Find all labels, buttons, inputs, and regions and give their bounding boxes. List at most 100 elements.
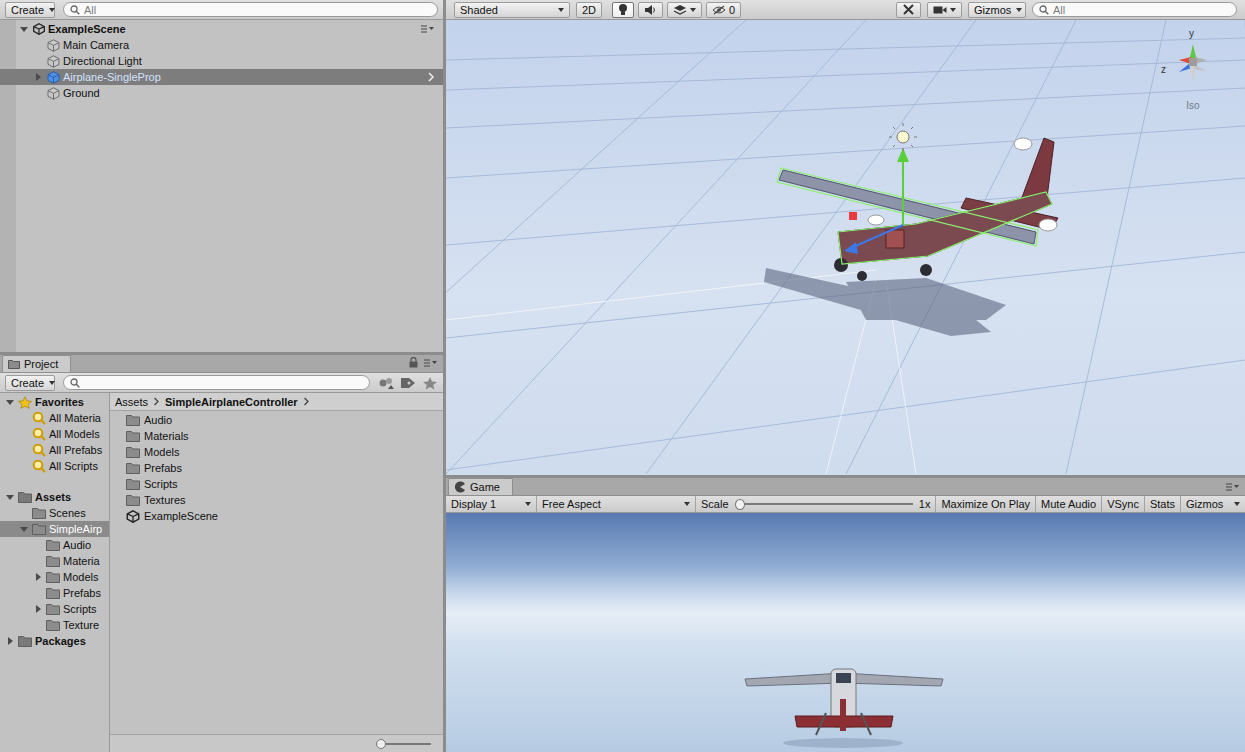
foldout-arrow-icon[interactable] [4, 634, 16, 648]
file-item[interactable]: Audio [110, 412, 443, 428]
folder-icon [46, 571, 60, 583]
folder-icon [18, 491, 32, 503]
scene-viewport[interactable]: yz Iso [446, 20, 1245, 475]
gizmos-dropdown[interactable]: Gizmos [1181, 496, 1245, 512]
airplane-model[interactable] [779, 138, 1058, 281]
prefab-open-arrow-icon[interactable] [427, 72, 435, 82]
folder-icon [18, 635, 32, 647]
hierarchy-item[interactable]: Airplane-SingleProp [0, 69, 443, 85]
lock-icon[interactable] [409, 357, 418, 368]
file-item[interactable]: Scripts [110, 476, 443, 492]
create-button[interactable]: Create [5, 375, 55, 391]
foldout-arrow-icon[interactable] [32, 570, 44, 584]
create-button[interactable]: Create [5, 2, 55, 18]
favorite-search-item[interactable]: All Materia [0, 410, 109, 426]
selection-outline [777, 168, 1052, 264]
hierarchy-item[interactable]: Main Camera [16, 37, 443, 53]
menu-icon[interactable] [1226, 483, 1240, 491]
slider-thumb[interactable] [376, 739, 386, 749]
foldout-slot [18, 443, 30, 457]
file-item[interactable]: ExampleScene [110, 508, 443, 524]
game-toggle[interactable]: Stats [1145, 496, 1181, 512]
game-toggle[interactable]: Mute Audio [1036, 496, 1102, 512]
foldout-arrow-icon[interactable] [32, 70, 44, 84]
folder-icon [46, 587, 60, 599]
lighting-toggle[interactable] [612, 2, 634, 18]
project-tree-item[interactable]: SimpleAirp [0, 521, 109, 537]
game-toggle[interactable]: VSync [1102, 496, 1145, 512]
scene-row[interactable]: ExampleScene [16, 21, 443, 37]
file-item[interactable]: Models [110, 444, 443, 460]
airplane-shadow [764, 268, 1006, 336]
menu-icon[interactable] [421, 25, 435, 33]
aspect-dropdown[interactable]: Free Aspect [537, 496, 696, 512]
project-tab[interactable]: Project [2, 355, 71, 372]
breadcrumb-item[interactable]: SimpleAirplaneController [165, 396, 298, 408]
game-toggle[interactable]: Maximize On Play [936, 496, 1036, 512]
foldout-arrow-icon[interactable] [18, 522, 30, 536]
chevron-right-icon[interactable] [303, 397, 310, 406]
shading-mode-dropdown[interactable]: Shaded [454, 2, 570, 18]
project-tree-item[interactable]: Prefabs [0, 585, 109, 601]
camera-icon [933, 5, 947, 15]
scale-slider[interactable] [735, 499, 913, 510]
display-dropdown[interactable]: Display 1 [446, 496, 537, 512]
slider-thumb[interactable] [735, 499, 745, 510]
project-tree-item[interactable]: Packages [0, 633, 109, 649]
project-tree-item[interactable]: Materia [0, 553, 109, 569]
scene-camera-dropdown[interactable] [927, 2, 962, 18]
hierarchy-item[interactable]: Ground [16, 85, 443, 101]
icon-size-slider[interactable] [376, 739, 431, 749]
game-tab[interactable]: Game [448, 478, 513, 495]
project-tree-item[interactable]: Assets [0, 489, 109, 505]
light-gizmo-icon[interactable] [889, 123, 917, 151]
project-tree-item[interactable]: Scripts [0, 601, 109, 617]
project-tree-item[interactable]: Scenes [0, 505, 109, 521]
project-tree-item[interactable]: Models [0, 569, 109, 585]
move-gizmo-icon[interactable] [844, 148, 909, 254]
favorite-search-item[interactable]: All Prefabs [0, 442, 109, 458]
project-tree: Favorites All Materia All Models All Pre… [0, 393, 110, 752]
foldout-arrow-icon[interactable] [4, 490, 16, 504]
favorites-row[interactable]: Favorites [0, 394, 109, 410]
file-item[interactable]: Prefabs [110, 460, 443, 476]
2d-toggle[interactable]: 2D [576, 2, 602, 18]
gameobject-cube-icon [47, 55, 60, 68]
filter-by-label-icon[interactable] [400, 376, 416, 390]
project-folder-icon [8, 359, 20, 369]
hierarchy-search[interactable]: All [63, 2, 438, 17]
file-item[interactable]: Materials [110, 428, 443, 444]
project-search[interactable] [63, 375, 370, 390]
favorite-search-item[interactable]: All Scripts [0, 458, 109, 474]
effects-dropdown[interactable] [667, 2, 702, 18]
foldout-arrow-icon[interactable] [18, 22, 30, 36]
project-tree-label: Audio [63, 539, 91, 551]
project-tree-label: Scripts [63, 603, 97, 615]
file-item[interactable]: Textures [110, 492, 443, 508]
gizmo-box: yz [1161, 30, 1225, 94]
effects-layers-icon [673, 4, 687, 16]
chevron-right-icon [153, 397, 160, 406]
hidden-objects-toggle[interactable]: 0 [706, 2, 741, 18]
gizmos-dropdown[interactable]: Gizmos [968, 2, 1026, 18]
menu-icon[interactable] [424, 359, 438, 367]
tools-button[interactable] [896, 2, 921, 18]
foldout-slot [18, 427, 30, 441]
favorite-star-icon[interactable] [422, 376, 438, 390]
project-tree-item[interactable]: Texture [0, 617, 109, 633]
favorite-search-item[interactable]: All Models [0, 426, 109, 442]
audio-toggle[interactable] [638, 2, 663, 18]
projection-label[interactable]: Iso [1186, 100, 1199, 111]
foldout-arrow-icon[interactable] [4, 395, 16, 409]
project-tree-item[interactable]: Audio [0, 537, 109, 553]
filter-by-type-icon[interactable] [378, 376, 394, 390]
hierarchy-item[interactable]: Directional Light [16, 53, 443, 69]
project-tree-label: Packages [35, 635, 86, 647]
breadcrumb-item[interactable]: Assets [115, 396, 148, 408]
unity-scene-icon [33, 23, 45, 35]
scene-search[interactable]: All [1032, 2, 1237, 17]
orientation-gizmo[interactable]: yz Iso [1161, 30, 1225, 111]
favorite-search-label: All Materia [49, 412, 101, 424]
foldout-arrow-icon[interactable] [32, 602, 44, 616]
